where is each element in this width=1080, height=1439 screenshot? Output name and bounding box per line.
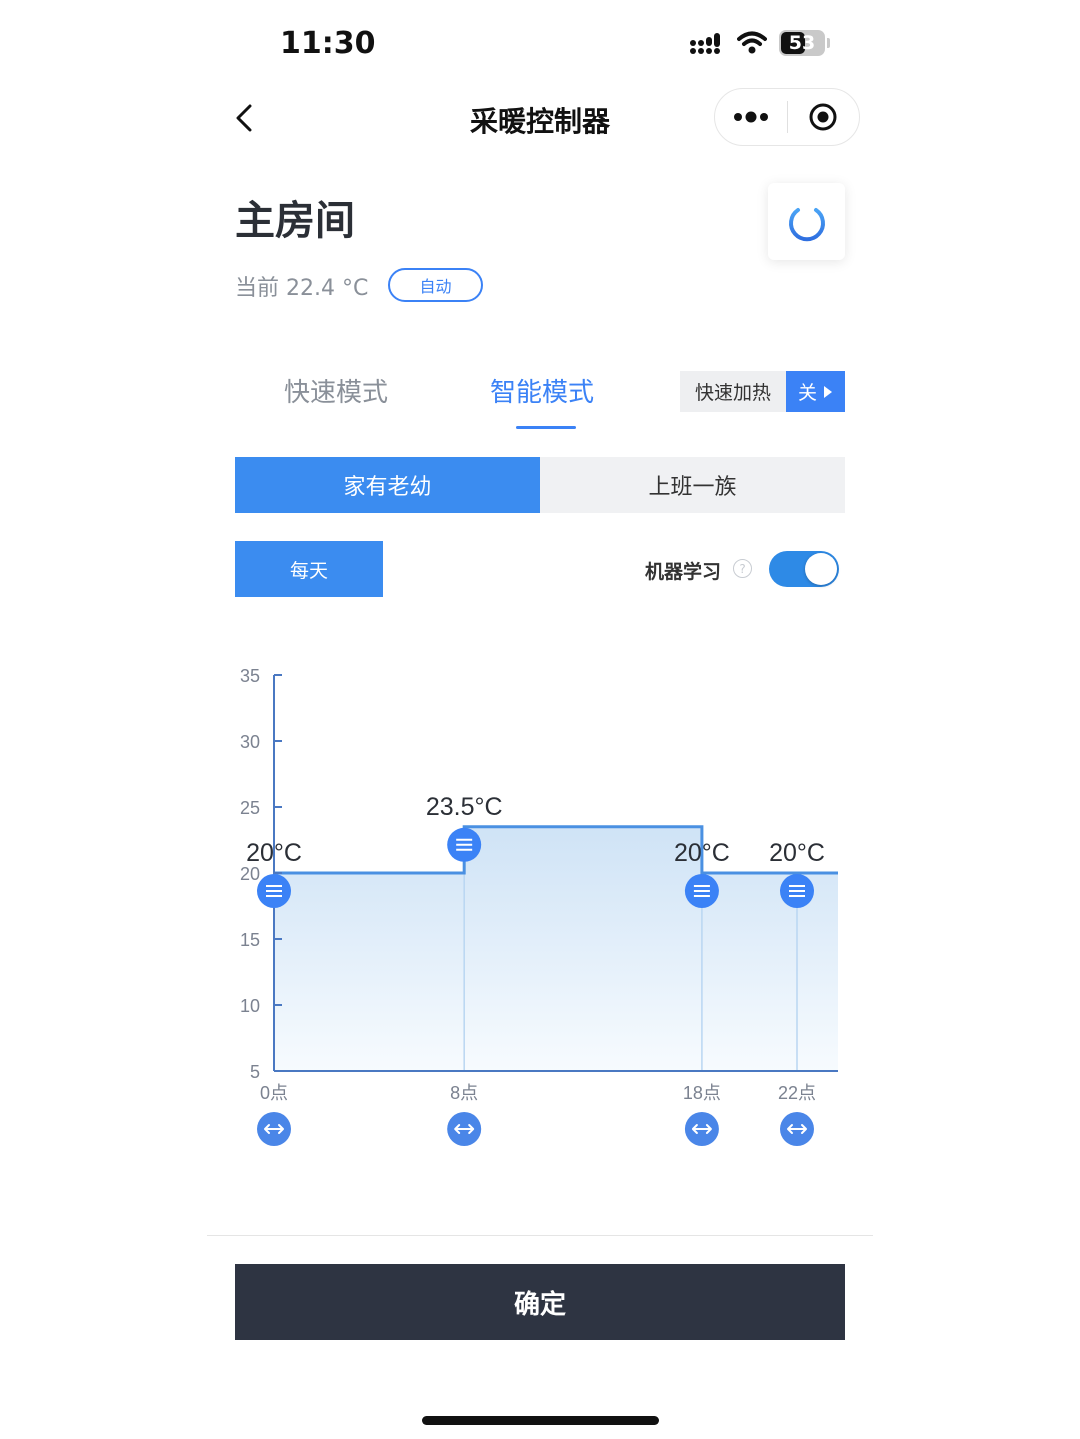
chart-data-label: 20°C (674, 839, 730, 867)
chart-y-tick-label: 10 (240, 996, 260, 1016)
chart-x-tick-label: 22点 (778, 1083, 816, 1103)
chart-y-tick-label: 25 (240, 798, 260, 818)
chart-y-tick-label: 15 (240, 930, 260, 950)
bottom-divider (207, 1235, 873, 1236)
battery-icon: 53 (779, 30, 825, 56)
chart-x-tick-label: 0点 (260, 1083, 288, 1103)
chart-x-tick-label: 18点 (683, 1083, 721, 1103)
chart-y-tick-label: 30 (240, 732, 260, 752)
chart-area-fill (274, 826, 838, 1071)
home-indicator (422, 1416, 659, 1425)
chart-data-label: 20°C (769, 839, 825, 867)
chart-y-tick-label: 20 (240, 864, 260, 884)
battery-level: 53 (788, 32, 816, 54)
chart-x-tick-label: 8点 (450, 1083, 478, 1103)
temperature-schedule-chart: 5 10 15 20 25 30 35 20°C 0点 23.5°C 8点 20°C 18点 20°C 22… (240, 666, 838, 1146)
chart-y-tick-label: 35 (240, 666, 260, 686)
chart-data-label: 23.5°C (426, 793, 503, 821)
confirm-button[interactable]: 确定 (235, 1264, 845, 1340)
chart-y-tick-label: 5 (250, 1062, 260, 1082)
chart-data-label: 20°C (246, 839, 302, 867)
